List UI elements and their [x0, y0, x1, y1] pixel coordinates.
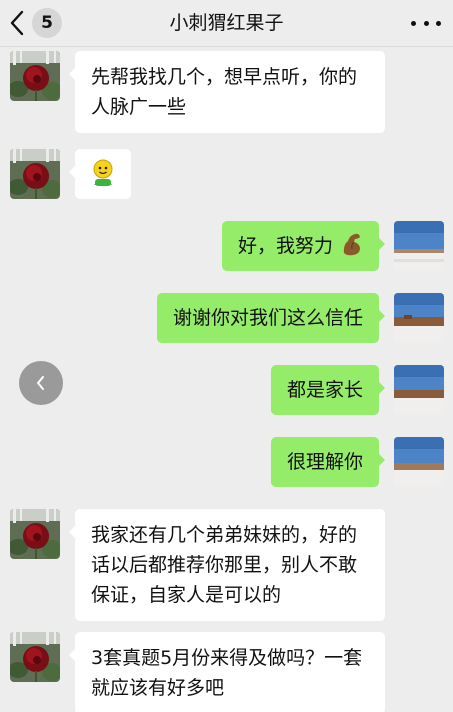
chat-title: 小刺猬红果子 [169, 12, 284, 34]
chat-screen: 5 小刺猬红果子 先帮我找几个，想早点听，你的人脉广一些 好，我努力 谢谢你对我… [0, 0, 453, 712]
chevron-left-icon [10, 10, 24, 36]
unread-count-badge: 5 [32, 8, 62, 38]
rose-avatar-icon [10, 149, 60, 199]
my-avatar[interactable] [394, 365, 444, 415]
back-button[interactable]: 5 [6, 5, 68, 41]
landscape-avatar-icon [394, 365, 444, 415]
chevron-left-icon [37, 376, 44, 390]
contact-avatar[interactable] [10, 632, 60, 682]
outgoing-message-bubble[interactable]: 都是家长 [270, 365, 386, 415]
message-text: 先帮我找几个，想早点听，你的人脉广一些 [91, 66, 358, 118]
landscape-avatar-icon [394, 221, 444, 271]
my-avatar[interactable] [394, 221, 444, 271]
outgoing-message-bubble[interactable]: 谢谢你对我们这么信任 [156, 293, 386, 343]
my-avatar[interactable] [394, 293, 444, 343]
message-text: 都是家长 [286, 379, 363, 401]
message-text: 很理解你 [286, 451, 363, 473]
outgoing-message-bubble[interactable]: 好，我努力 [221, 221, 386, 271]
flexed-biceps-icon [343, 233, 360, 256]
rose-avatar-icon [10, 509, 60, 559]
more-options-button[interactable] [411, 10, 441, 36]
incoming-message-bubble[interactable]: 3套真题5月份来得及做吗？一套就应该有好多吧 [69, 632, 385, 712]
more-dot-icon [423, 20, 429, 26]
landscape-avatar-icon [394, 437, 444, 487]
my-avatar[interactable] [394, 437, 444, 487]
chat-header: 5 小刺猬红果子 [0, 0, 453, 47]
rose-avatar-icon [10, 632, 60, 682]
smiling-cartoon-emoji-icon [93, 159, 113, 186]
incoming-sticker-bubble[interactable] [69, 149, 131, 199]
incoming-message-bubble[interactable]: 先帮我找几个，想早点听，你的人脉广一些 [69, 51, 385, 133]
landscape-avatar-icon [394, 293, 444, 343]
message-text: 3套真题5月份来得及做吗？一套就应该有好多吧 [91, 647, 363, 699]
rose-avatar-icon [10, 51, 60, 101]
more-dot-icon [436, 20, 441, 26]
message-text: 谢谢你对我们这么信任 [172, 307, 363, 329]
message-text: 我家还有几个弟弟妹妹的，好的话以后都推荐你那里，别人不敢保证，自家人是可以的 [91, 524, 358, 606]
contact-avatar[interactable] [10, 149, 60, 199]
contact-avatar[interactable] [10, 51, 60, 101]
more-dot-icon [411, 20, 416, 26]
message-text: 好，我努力 [237, 235, 333, 257]
incoming-message-bubble[interactable]: 我家还有几个弟弟妹妹的，好的话以后都推荐你那里，别人不敢保证，自家人是可以的 [69, 509, 385, 621]
floating-back-button[interactable] [19, 361, 63, 405]
contact-avatar[interactable] [10, 509, 60, 559]
outgoing-message-bubble[interactable]: 很理解你 [270, 437, 386, 487]
